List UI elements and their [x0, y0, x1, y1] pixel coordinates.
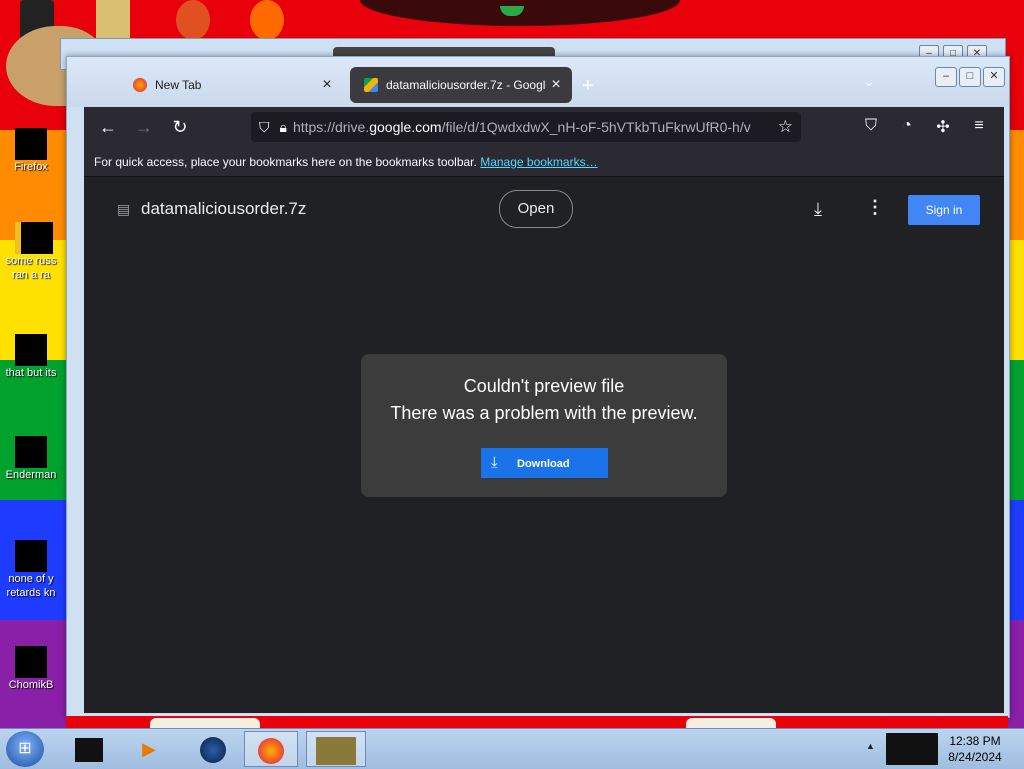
- clock[interactable]: 12:38 PM 8/24/2024: [940, 733, 1010, 765]
- tray-expand-icon[interactable]: ▲: [866, 741, 875, 751]
- file-name: datamaliciousorder.7z: [141, 199, 307, 218]
- shield-icon[interactable]: ⛉: [259, 119, 270, 136]
- tab-drive-file[interactable]: datamaliciousorder.7z - Google ×: [350, 67, 572, 103]
- new-tab-button[interactable]: +: [582, 75, 594, 98]
- taskbar-app-media-player[interactable]: ▶: [122, 731, 176, 767]
- url-bar[interactable]: ⛉ 🔒︎ https://drive.google.com/file/d/1Qw…: [251, 112, 801, 142]
- desktop-icon-chomik[interactable]: ChomikB: [0, 646, 62, 692]
- close-tab-icon[interactable]: ×: [546, 76, 566, 94]
- taskbar-app-firefox[interactable]: [244, 731, 298, 767]
- desktop-wallpaper-shape: [360, 0, 680, 26]
- manage-bookmarks-link[interactable]: Manage bookmarks…: [480, 155, 597, 169]
- forward-icon[interactable]: →: [132, 117, 156, 138]
- minimize-icon[interactable]: –: [935, 67, 957, 87]
- app-icon: [250, 0, 284, 40]
- start-button[interactable]: ⊞: [6, 731, 44, 767]
- media-player-icon: ▶: [142, 739, 156, 759]
- url-text[interactable]: https://drive.google.com/file/d/1QwdxdwX…: [293, 119, 778, 135]
- download-icon: ⤓: [491, 454, 498, 471]
- system-tray[interactable]: [886, 733, 938, 765]
- folder-icon: [96, 0, 130, 40]
- file-icon: [15, 334, 47, 366]
- preview-error-title: Couldn't preview file: [463, 376, 625, 396]
- bookmarks-toolbar: For quick access, place your bookmarks h…: [84, 147, 1004, 177]
- account-icon[interactable]: ◔: [896, 117, 918, 135]
- google-drive-icon: [364, 78, 378, 92]
- extensions-icon[interactable]: ✣: [932, 117, 954, 137]
- file-icon: [15, 222, 53, 254]
- taskbar-app-box[interactable]: [306, 731, 366, 767]
- desktop-icon-enderman[interactable]: Enderman: [0, 436, 62, 482]
- download-button[interactable]: ⤓ Download: [481, 448, 608, 478]
- tab-new-tab[interactable]: New Tab ×: [119, 67, 343, 103]
- hamster-box-icon: [316, 737, 356, 766]
- reload-icon[interactable]: ↻: [168, 117, 192, 138]
- browser-window: New Tab × datamaliciousorder.7z - Google…: [66, 56, 1010, 718]
- drive-preview-page: ▤ datamaliciousorder.7z Open ⤓ ⋮ Sign in…: [84, 177, 1004, 713]
- menu-icon[interactable]: ≡: [968, 117, 990, 135]
- desktop-wallpaper-shape: [686, 718, 776, 728]
- desktop-icon-firefox[interactable]: Firefox: [0, 128, 62, 174]
- firefox-icon: [258, 738, 284, 765]
- firefox-icon: [133, 78, 147, 92]
- app-icon: [15, 540, 47, 572]
- open-button[interactable]: Open: [499, 190, 573, 228]
- chevron-down-icon[interactable]: ⌄: [863, 73, 875, 90]
- preview-error-message: There was a problem with the preview.: [390, 403, 698, 423]
- more-options-icon[interactable]: ⋮: [866, 197, 884, 218]
- hamster-icon: [15, 646, 47, 678]
- navigation-toolbar: ← → ↻ ⛉ 🔒︎ https://drive.google.com/file…: [84, 107, 1004, 147]
- tab-bar: New Tab × datamaliciousorder.7z - Google…: [67, 57, 1009, 107]
- close-tab-icon[interactable]: ×: [317, 76, 337, 94]
- desktop-icon-file[interactable]: some russ ran a ra: [0, 222, 62, 282]
- bookmark-star-icon[interactable]: ☆: [778, 117, 793, 137]
- preview-error-card: Couldn't preview file There was a proble…: [361, 354, 727, 497]
- download-icon[interactable]: ⤓: [814, 199, 822, 220]
- pocket-icon[interactable]: ⛉: [860, 117, 882, 135]
- close-icon[interactable]: ✕: [983, 67, 1005, 87]
- app-icon: [15, 436, 47, 468]
- back-icon[interactable]: ←: [96, 117, 120, 138]
- desktop-icon-none[interactable]: none of y retards kn: [0, 540, 62, 600]
- desktop-icon-that[interactable]: that but its: [0, 334, 62, 380]
- sign-in-button[interactable]: Sign in: [908, 195, 980, 225]
- bookmarks-message: For quick access, place your bookmarks h…: [94, 155, 477, 169]
- drive-header: ▤ datamaliciousorder.7z Open ⤓ ⋮ Sign in: [84, 177, 1004, 241]
- taskbar: ⊞ ▶ ▲ 12:38 PM 8/24/2024: [0, 728, 1024, 769]
- archive-file-icon: ▤: [117, 201, 131, 217]
- lock-icon[interactable]: 🔒︎: [280, 119, 287, 136]
- maximize-icon[interactable]: □: [959, 67, 981, 87]
- taskbar-app-globe[interactable]: [186, 731, 240, 767]
- app-icon: [176, 0, 210, 40]
- desktop-wallpaper-shape: [150, 718, 260, 728]
- taskbar-app-explorer[interactable]: [62, 731, 116, 767]
- app-icon: [75, 738, 103, 763]
- firefox-icon: [15, 128, 47, 160]
- globe-icon: [200, 737, 226, 764]
